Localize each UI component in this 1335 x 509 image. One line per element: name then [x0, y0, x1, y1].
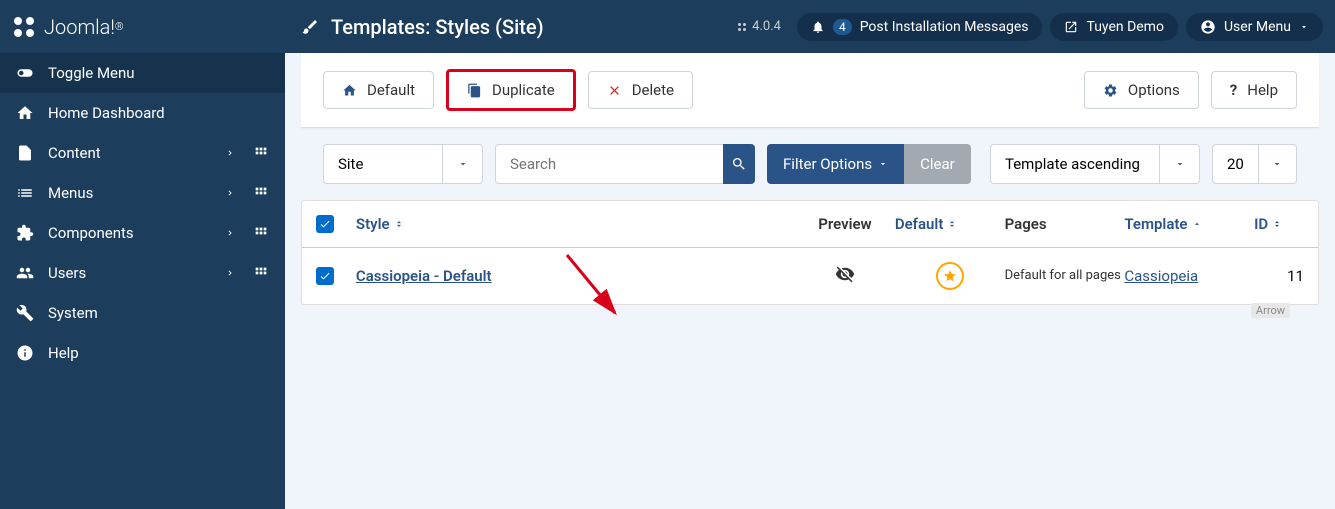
sort-select[interactable]: Template ascending — [990, 144, 1200, 184]
grid-icon[interactable] — [253, 145, 269, 161]
sidebar-item-components[interactable]: Components — [0, 213, 285, 253]
file-icon — [16, 144, 34, 162]
external-link-icon — [1064, 20, 1078, 34]
sidebar-item-label: Content — [48, 144, 101, 162]
chevron-right-icon[interactable] — [225, 188, 235, 198]
sort-icon — [394, 219, 404, 229]
filter-options-button[interactable]: Filter Options — [767, 144, 904, 184]
user-menu-label: User Menu — [1224, 19, 1291, 35]
chevron-right-icon[interactable] — [225, 228, 235, 238]
close-icon — [607, 83, 622, 98]
caret-up-icon — [1192, 219, 1202, 229]
version-label: 4.0.4 — [736, 19, 781, 34]
chevron-down-icon — [1174, 158, 1186, 170]
check-icon — [319, 270, 331, 282]
toolbar: Default Duplicate Delete Options ? Help — [301, 53, 1319, 128]
sort-icon — [947, 219, 957, 229]
header-template[interactable]: Template — [1124, 215, 1254, 233]
client-select[interactable]: Site — [323, 144, 483, 184]
id-cell: 11 — [1254, 267, 1304, 285]
style-link[interactable]: Cassiopeia - Default — [356, 267, 492, 285]
eye-off-icon[interactable] — [835, 264, 855, 284]
header-style[interactable]: Style — [356, 215, 795, 233]
star-icon — [943, 269, 957, 283]
toggle-menu-label: Toggle Menu — [48, 64, 135, 82]
info-icon — [16, 344, 34, 362]
sidebar-item-home[interactable]: Home Dashboard — [0, 93, 285, 133]
table-header: Style Preview Default Pages Template ID — [302, 201, 1318, 248]
search-input[interactable] — [495, 144, 723, 184]
sidebar-item-label: System — [48, 304, 98, 322]
messages-pill[interactable]: 4 Post Installation Messages — [797, 13, 1043, 41]
brush-icon — [301, 18, 319, 36]
grid-icon[interactable] — [253, 185, 269, 201]
chevron-down-icon — [457, 158, 469, 170]
sidebar-item-label: Home Dashboard — [48, 104, 165, 122]
chevron-down-icon — [878, 159, 888, 169]
header-preview: Preview — [795, 215, 895, 233]
header-pages: Pages — [1005, 215, 1125, 233]
wrench-icon — [16, 304, 34, 322]
header-id[interactable]: ID — [1254, 215, 1304, 233]
chevron-down-icon — [1271, 158, 1283, 170]
sidebar-item-label: Components — [48, 224, 134, 242]
limit-select[interactable]: 20 — [1212, 144, 1297, 184]
select-all-checkbox[interactable] — [316, 215, 334, 233]
chevron-down-icon — [1299, 22, 1309, 32]
clear-button[interactable]: Clear — [904, 144, 971, 184]
filters-bar: Site Filter Options Clear Template ascen… — [301, 128, 1319, 200]
sidebar-item-help[interactable]: Help — [0, 333, 285, 373]
chevron-right-icon[interactable] — [225, 148, 235, 158]
chevron-right-icon[interactable] — [225, 268, 235, 278]
header-default[interactable]: Default — [895, 215, 1005, 233]
delete-button[interactable]: Delete — [588, 71, 693, 109]
site-link-pill[interactable]: Tuyen Demo — [1050, 13, 1177, 41]
grid-icon[interactable] — [253, 265, 269, 281]
joomla-icon — [12, 15, 36, 39]
sidebar-item-users[interactable]: Users — [0, 253, 285, 293]
puzzle-icon — [16, 224, 34, 242]
table-row: Cassiopeia - Default Default for all pag… — [302, 248, 1318, 304]
joomla-logo[interactable]: Joomla!® — [0, 15, 285, 39]
messages-badge: 4 — [833, 19, 852, 35]
annotation-arrow-label: Arrow — [1251, 303, 1290, 318]
toggle-menu[interactable]: Toggle Menu — [0, 53, 285, 93]
page-title: Templates: Styles (Site) — [285, 15, 736, 39]
duplicate-button[interactable]: Duplicate — [446, 69, 576, 111]
joomla-small-icon — [736, 21, 748, 33]
user-icon — [1200, 19, 1216, 35]
list-icon — [16, 184, 34, 202]
sidebar-item-label: Users — [48, 264, 86, 282]
question-icon: ? — [1230, 81, 1237, 99]
grid-icon[interactable] — [253, 225, 269, 241]
site-link-label: Tuyen Demo — [1086, 19, 1163, 35]
pages-cell: Default for all pages — [1005, 268, 1125, 285]
home-icon — [342, 83, 357, 98]
toggle-icon — [16, 64, 34, 82]
sort-icon — [1272, 219, 1282, 229]
sidebar-item-menus[interactable]: Menus — [0, 173, 285, 213]
template-link[interactable]: Cassiopeia — [1124, 267, 1198, 285]
users-icon — [16, 264, 34, 282]
search-icon — [731, 156, 747, 172]
home-icon — [16, 104, 34, 122]
user-menu-pill[interactable]: User Menu — [1186, 13, 1323, 41]
search-button[interactable] — [723, 144, 755, 184]
brand-text: Joomla! — [44, 15, 115, 39]
sidebar-item-label: Help — [48, 344, 79, 362]
gear-icon — [1103, 83, 1118, 98]
default-button[interactable]: Default — [323, 71, 434, 109]
help-button[interactable]: ? Help — [1211, 71, 1297, 109]
messages-label: Post Installation Messages — [860, 19, 1029, 35]
check-icon — [319, 218, 331, 230]
sidebar-item-system[interactable]: System — [0, 293, 285, 333]
sidebar-item-content[interactable]: Content — [0, 133, 285, 173]
bell-icon — [811, 20, 825, 34]
sidebar-item-label: Menus — [48, 184, 93, 202]
options-button[interactable]: Options — [1084, 71, 1199, 109]
row-checkbox[interactable] — [316, 267, 334, 285]
default-star[interactable] — [936, 262, 964, 290]
copy-icon — [467, 83, 482, 98]
